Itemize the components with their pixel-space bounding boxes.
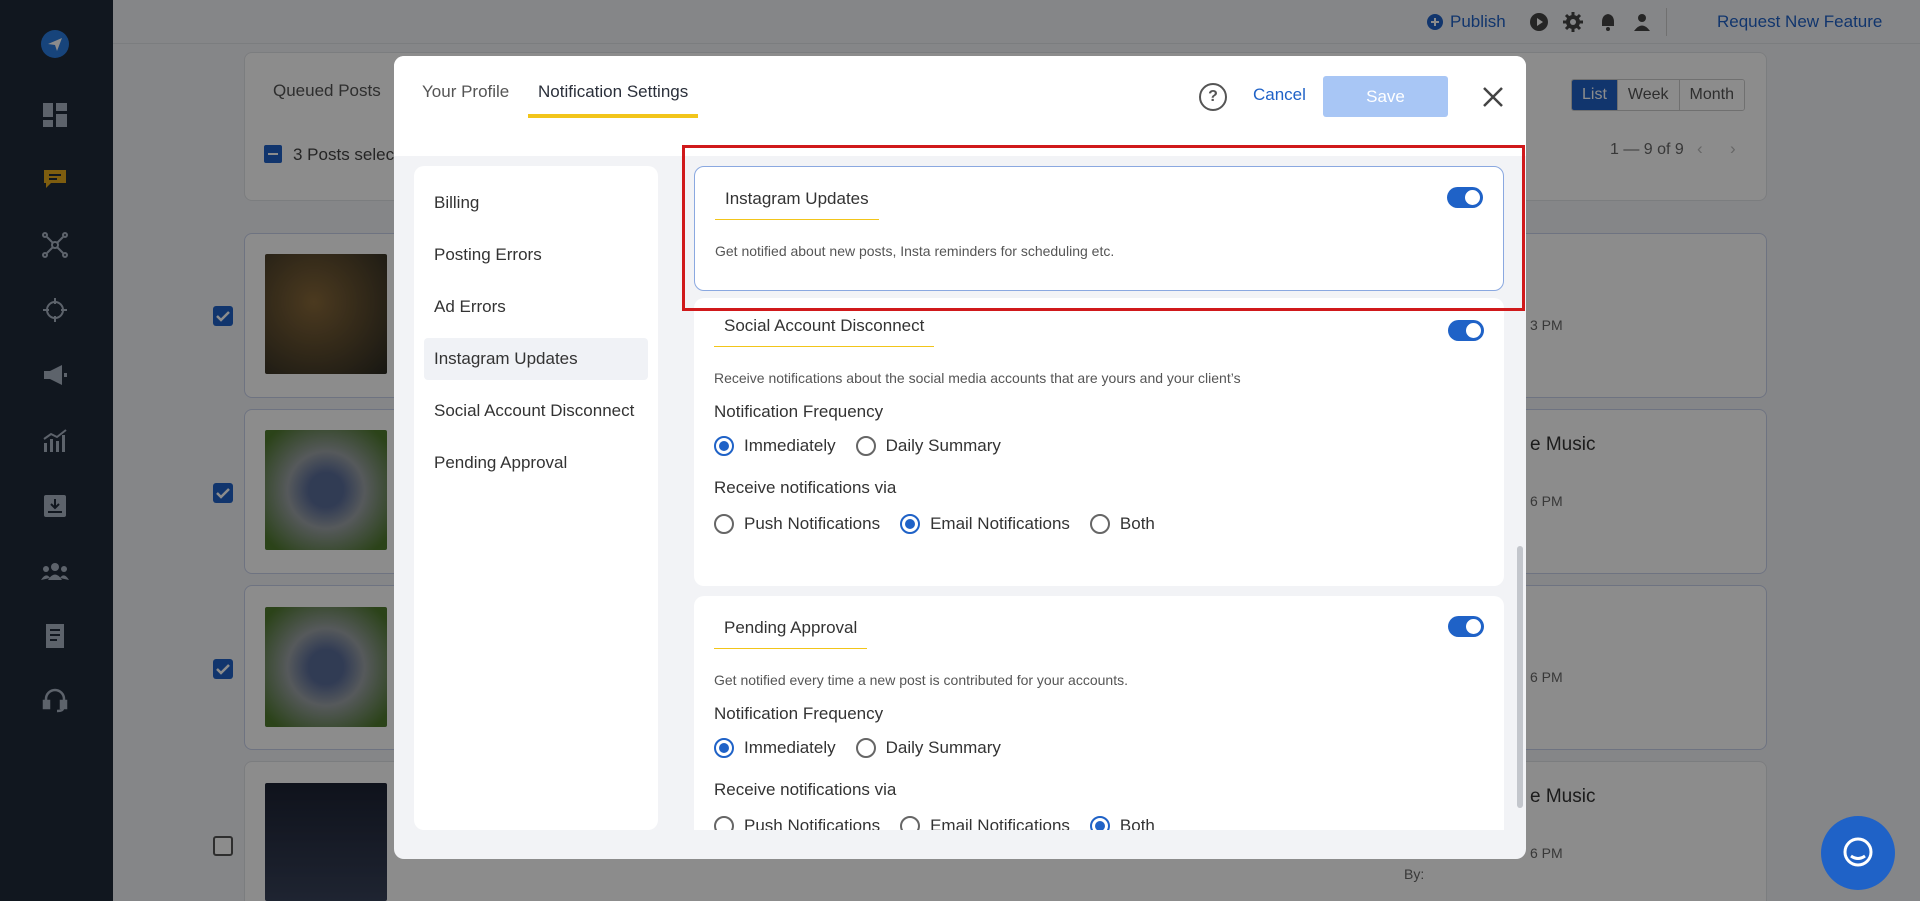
- social-disconnect-toggle[interactable]: [1448, 320, 1484, 341]
- nav-item-instagram-updates[interactable]: Instagram Updates: [424, 338, 648, 380]
- channel-options: Push Notifications Email Notifications B…: [714, 816, 1175, 830]
- save-button[interactable]: Save: [1323, 76, 1448, 117]
- push-notifications-radio[interactable]: Push Notifications: [714, 514, 880, 534]
- card-title: Social Account Disconnect: [714, 316, 935, 347]
- highlight-box: [682, 145, 1525, 311]
- option-label: Email Notifications: [930, 816, 1070, 830]
- modal-header: Your Profile Notification Settings ? Can…: [394, 56, 1526, 156]
- immediately-radio[interactable]: Immediately: [714, 436, 836, 456]
- option-label: Email Notifications: [930, 514, 1070, 533]
- option-label: Both: [1119, 816, 1155, 830]
- immediately-radio[interactable]: Immediately: [714, 738, 836, 758]
- option-label: Daily Summary: [885, 436, 1001, 455]
- push-notifications-radio[interactable]: Push Notifications: [714, 816, 880, 830]
- radio-icon: [1089, 514, 1110, 534]
- daily-summary-radio[interactable]: Daily Summary: [855, 738, 1001, 758]
- frequency-label: Notification Frequency: [714, 704, 884, 723]
- card-description: Receive notifications about the social m…: [714, 370, 1241, 386]
- settings-nav: Billing Posting Errors Ad Errors Instagr…: [414, 166, 658, 830]
- channel-label: Receive notifications via: [714, 780, 897, 799]
- option-label: Immediately: [744, 436, 836, 455]
- chat-icon: [1843, 837, 1873, 867]
- frequency-options: Immediately Daily Summary: [714, 738, 1021, 758]
- tab-your-profile[interactable]: Your Profile: [422, 82, 509, 114]
- radio-icon: [1089, 816, 1110, 830]
- card-title: Pending Approval: [714, 618, 868, 649]
- card-description: Get notified every time a new post is co…: [714, 672, 1128, 688]
- both-radio[interactable]: Both: [1089, 816, 1155, 830]
- email-notifications-radio[interactable]: Email Notifications: [900, 514, 1070, 534]
- nav-item-social-account-disconnect[interactable]: Social Account Disconnect: [424, 390, 648, 432]
- close-icon[interactable]: [1477, 81, 1509, 113]
- channel-label: Receive notifications via: [714, 478, 897, 497]
- nav-item-pending-approval[interactable]: Pending Approval: [424, 442, 648, 484]
- radio-icon: [855, 738, 876, 758]
- channel-options: Push Notifications Email Notifications B…: [714, 514, 1175, 534]
- radio-icon: [900, 816, 921, 830]
- radio-icon: [714, 738, 734, 758]
- frequency-label: Notification Frequency: [714, 402, 884, 421]
- option-label: Both: [1119, 514, 1155, 533]
- pending-approval-card: Pending Approval Get notified every time…: [694, 596, 1504, 830]
- radio-icon: [714, 514, 734, 534]
- radio-icon: [900, 514, 921, 534]
- nav-item-ad-errors[interactable]: Ad Errors: [424, 286, 648, 328]
- cancel-button[interactable]: Cancel: [1253, 85, 1306, 105]
- social-account-disconnect-card: Social Account Disconnect Receive notifi…: [694, 298, 1504, 586]
- both-radio[interactable]: Both: [1089, 514, 1155, 534]
- option-label: Immediately: [744, 738, 836, 757]
- nav-item-billing[interactable]: Billing: [424, 182, 648, 224]
- content-scrollbar[interactable]: [1517, 546, 1523, 808]
- radio-icon: [714, 816, 734, 830]
- option-label: Push Notifications: [744, 514, 881, 533]
- tab-notification-settings[interactable]: Notification Settings: [528, 82, 699, 118]
- email-notifications-radio[interactable]: Email Notifications: [900, 816, 1070, 830]
- chat-button[interactable]: [1821, 816, 1895, 890]
- nav-item-posting-errors[interactable]: Posting Errors: [424, 234, 648, 276]
- pending-approval-toggle[interactable]: [1448, 616, 1484, 637]
- radio-icon: [714, 436, 734, 456]
- option-label: Daily Summary: [885, 738, 1001, 757]
- option-label: Push Notifications: [744, 816, 881, 830]
- daily-summary-radio[interactable]: Daily Summary: [855, 436, 1001, 456]
- help-icon[interactable]: ?: [1199, 83, 1227, 111]
- radio-icon: [855, 436, 876, 456]
- frequency-options: Immediately Daily Summary: [714, 436, 1021, 456]
